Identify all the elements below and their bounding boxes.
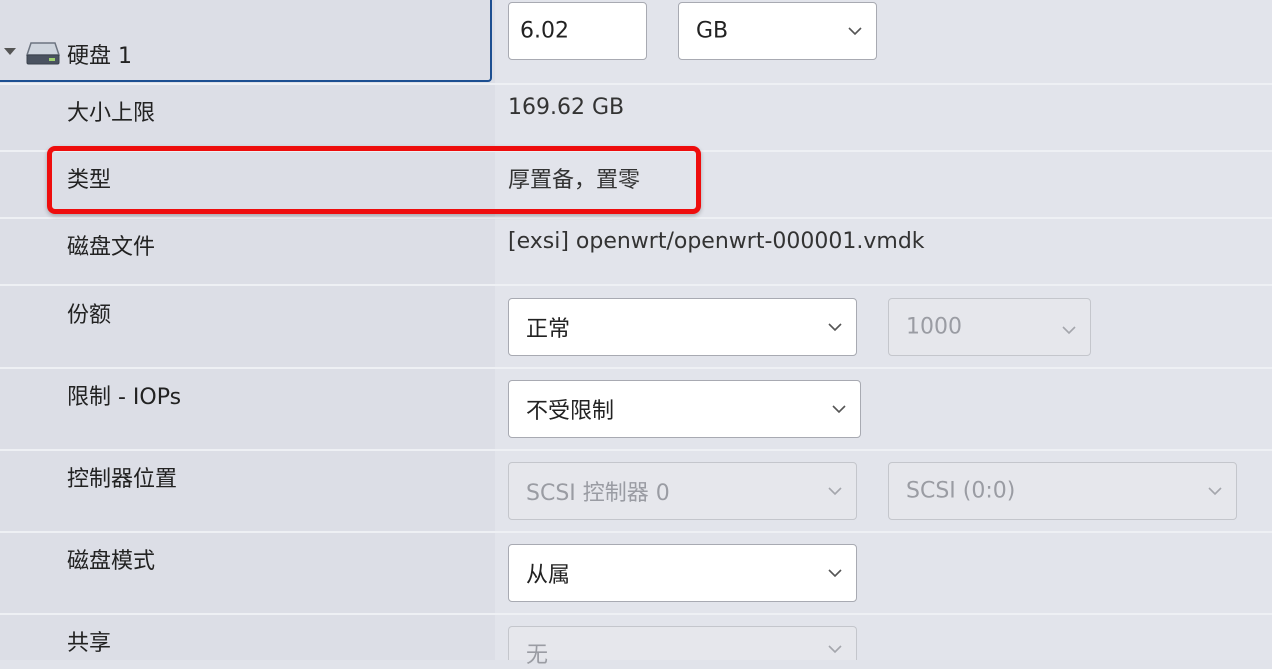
controller-slot-select[interactable]: SCSI (0:0) bbox=[888, 462, 1237, 520]
chevron-down-icon bbox=[828, 323, 842, 332]
row-divider bbox=[0, 449, 1272, 451]
controller-location-label: 控制器位置 bbox=[67, 467, 178, 492]
row-divider bbox=[0, 83, 1272, 85]
max-size-value: 169.62 GB bbox=[508, 95, 625, 120]
type-row-highlight bbox=[47, 146, 701, 214]
shares-select[interactable]: 正常 bbox=[508, 298, 857, 356]
chevron-down-icon bbox=[1208, 487, 1222, 496]
row-divider bbox=[0, 531, 1272, 533]
disk-size-unit-value: GB bbox=[696, 18, 729, 44]
controller-select[interactable]: SCSI 控制器 0 bbox=[508, 462, 857, 520]
row-divider bbox=[0, 284, 1272, 286]
disk-size-unit-select[interactable]: GB bbox=[678, 2, 877, 60]
controller-select-value: SCSI 控制器 0 bbox=[526, 481, 670, 506]
disk-mode-label: 磁盘模式 bbox=[67, 549, 156, 574]
controller-slot-value: SCSI (0:0) bbox=[906, 478, 1016, 504]
chevron-down-icon bbox=[1062, 326, 1076, 335]
row-divider bbox=[0, 367, 1272, 369]
max-size-label: 大小上限 bbox=[67, 101, 156, 126]
sharing-select-value: 无 bbox=[526, 643, 549, 668]
disk-mode-select[interactable]: 从属 bbox=[508, 544, 857, 602]
chevron-down-icon bbox=[828, 569, 842, 578]
caret-down-icon[interactable] bbox=[4, 48, 16, 55]
shares-select-value: 正常 bbox=[526, 317, 571, 342]
row-divider bbox=[0, 217, 1272, 219]
limit-iops-select[interactable]: 不受限制 bbox=[508, 380, 861, 438]
row-divider bbox=[0, 613, 1272, 615]
disk-mode-select-value: 从属 bbox=[526, 563, 571, 588]
disk-size-value: 6.02 bbox=[520, 18, 569, 44]
hard-disk-icon bbox=[25, 42, 61, 65]
shares-number-field[interactable]: 1000 bbox=[888, 298, 1091, 356]
disk-file-value: [exsi] openwrt/openwrt-000001.vmdk bbox=[508, 229, 925, 254]
disk-file-label: 磁盘文件 bbox=[67, 235, 156, 260]
limit-iops-label: 限制 - IOPs bbox=[67, 385, 182, 410]
shares-number-value: 1000 bbox=[906, 314, 962, 340]
sharing-label: 共享 bbox=[67, 631, 112, 656]
chevron-down-icon bbox=[828, 487, 842, 496]
disk-title: 硬盘 1 bbox=[67, 44, 132, 69]
shares-label: 份额 bbox=[67, 303, 112, 328]
disk-size-input[interactable]: 6.02 bbox=[508, 2, 647, 60]
chevron-down-icon bbox=[828, 645, 842, 654]
limit-iops-select-value: 不受限制 bbox=[526, 399, 615, 424]
chevron-down-icon bbox=[848, 27, 862, 36]
sharing-select[interactable]: 无 bbox=[508, 626, 857, 668]
chevron-down-icon bbox=[832, 405, 846, 414]
